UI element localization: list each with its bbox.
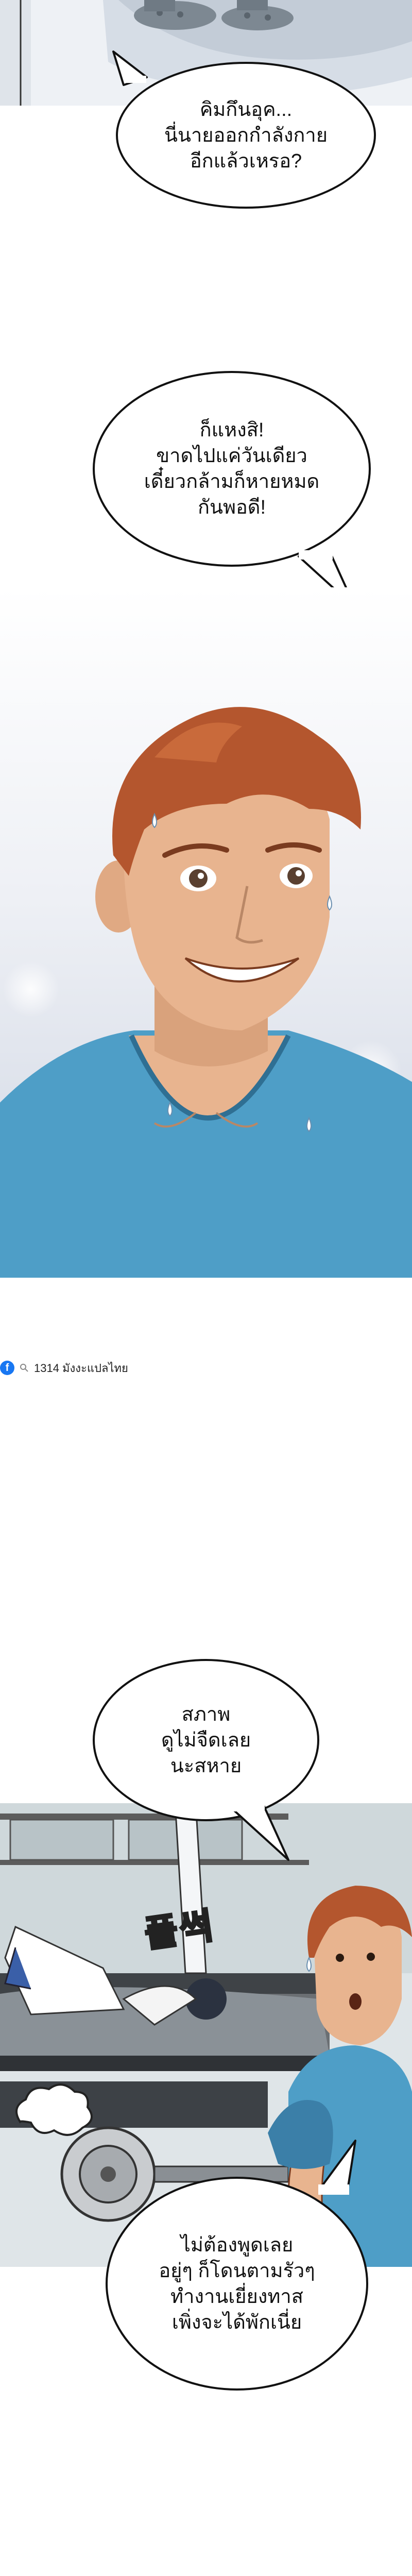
translator-credit: f 1314 มังงะแปลไทย [0, 1358, 128, 1378]
search-icon [20, 1364, 28, 1372]
bubble-2-line-3: เดี๋ยวกล้ามก็หายหมด [144, 471, 320, 493]
panel-smiling-man [0, 587, 412, 1278]
speech-bubble-4: ไม่ต้องพูดเลย อยู่ๆ ก็โดนตามรัวๆ ทำงานเย… [106, 2177, 368, 2391]
bubble-1-line-3: อีกแล้วเหรอ? [190, 150, 302, 172]
speech-bubble-1-tail [112, 50, 148, 86]
credit-text: 1314 มังงะแปลไทย [34, 1361, 128, 1375]
speech-bubble-2: ก็แหงสิ! ขาดไปแค่วันเดียว เดี๋ยวกล้ามก็ห… [93, 371, 371, 567]
bubble-4-line-2: อยู่ๆ ก็โดนตามรัวๆ [159, 2260, 315, 2282]
bubble-2-line-2: ขาดไปแค่วันเดียว [156, 445, 307, 467]
bubble-4-line-3: ทำงานเยี่ยงทาส [170, 2285, 303, 2308]
bubble-3-line-1: สภาพ [181, 1703, 231, 1725]
bubble-3-line-3: นะสหาย [170, 1755, 242, 1777]
speech-bubble-3-tail [231, 1803, 289, 1861]
facebook-icon[interactable]: f [0, 1361, 14, 1375]
smiling-man-illustration [0, 587, 412, 1278]
bubble-2-line-1: ก็แหงสิ! [199, 419, 264, 441]
bubble-1-line-1: คิมกึนอุค... [199, 98, 293, 121]
bubble-2-line-4: กันพอดี! [197, 497, 266, 518]
speech-bubble-4-tail [318, 2140, 356, 2195]
bubble-4-line-1: ไม่ต้องพูดเลย [180, 2234, 294, 2256]
speech-bubble-3: สภาพ ดูไม่จืดเลย นะสหาย [93, 1659, 319, 1821]
bubble-1-line-2: นี่นายออกกำลังกาย [164, 124, 328, 146]
sfx-text: 풀썩 [141, 1903, 219, 1957]
bubble-4-line-4: เพิ่งจะได้พักเนี่ย [171, 2311, 302, 2333]
bubble-3-line-2: ดูไม่จืดเลย [161, 1729, 251, 1751]
